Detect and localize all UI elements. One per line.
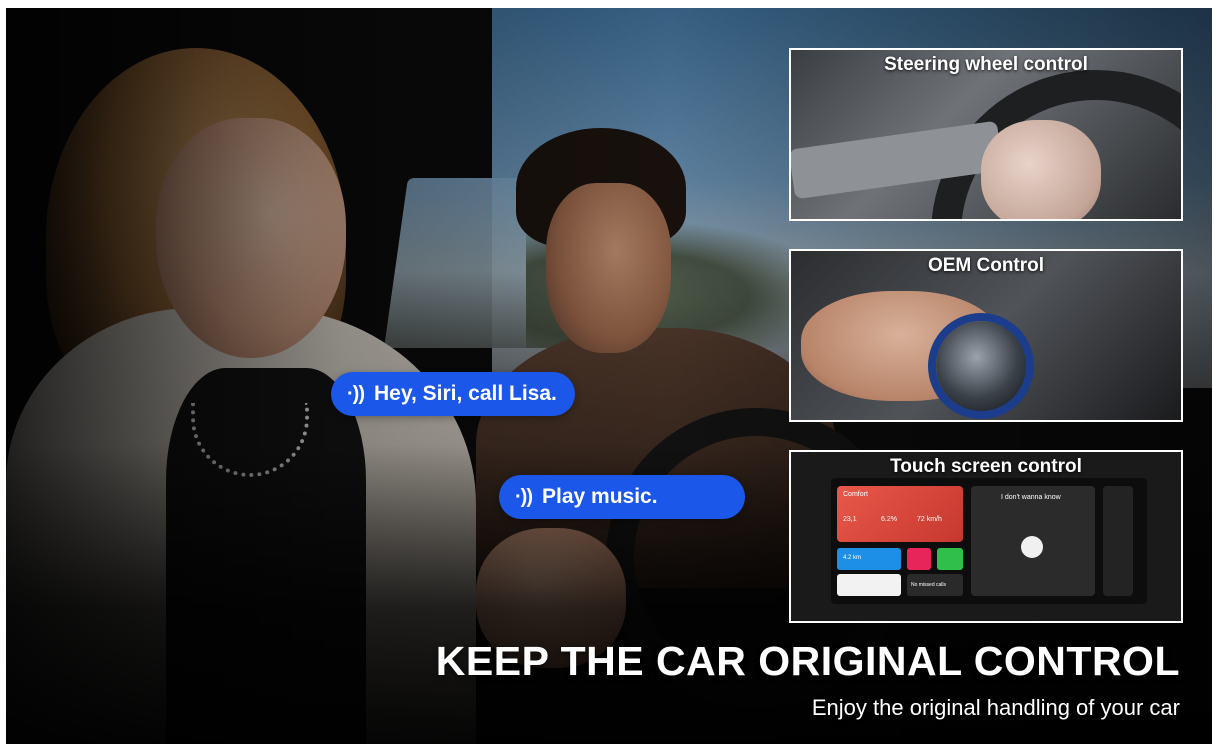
calls-text: No missed calls xyxy=(911,582,947,588)
navigation-tile: 4.2 km xyxy=(837,548,901,570)
play-icon xyxy=(1021,536,1043,558)
subheadline: Enjoy the original handling of your car xyxy=(811,695,1180,720)
music-tile: I don't wanna know xyxy=(971,486,1095,596)
panel-steering-wheel: Steering wheel control xyxy=(789,48,1183,221)
voice-wave-icon: ·)) xyxy=(347,382,365,405)
nav-distance: 4.2 km xyxy=(843,555,862,561)
infotainment-screen: Comfort 23,1 6.2% 72 km/h 4.2 km No miss… xyxy=(831,478,1147,604)
stat-speed: 72 km/h xyxy=(917,516,942,523)
contacts-tile xyxy=(907,548,931,570)
phone-tile xyxy=(937,548,963,570)
voice-bubble-text: Hey, Siri, call Lisa. xyxy=(373,382,557,405)
volume-slider xyxy=(1103,486,1133,596)
stat-percent: 6.2% xyxy=(881,516,897,523)
stat-fuel: 23,1 xyxy=(843,516,857,523)
comfort-title: Comfort xyxy=(843,491,868,498)
panel-oem-control: OEM Control xyxy=(789,249,1183,422)
panel-title: OEM Control xyxy=(927,255,1045,276)
voice-bubble-music: ·)) Play music. xyxy=(499,475,745,519)
comfort-tile: Comfort 23,1 6.2% 72 km/h xyxy=(837,486,963,542)
voice-bubble-siri: ·)) Hey, Siri, call Lisa. xyxy=(331,372,575,416)
voice-bubble-text: Play music. xyxy=(541,485,658,508)
voice-wave-icon: ·)) xyxy=(515,485,533,508)
panel-title: Steering wheel control xyxy=(884,54,1088,75)
calls-tile: No missed calls xyxy=(907,574,963,596)
song-title: I don't wanna know xyxy=(1001,494,1061,501)
shortcuts-tile xyxy=(837,574,901,596)
rotary-knob xyxy=(936,321,1026,411)
hero-banner: ·)) Hey, Siri, call Lisa. ·)) Play music… xyxy=(6,8,1212,744)
hand-on-wheel xyxy=(981,120,1101,219)
panel-touch-screen: Comfort 23,1 6.2% 72 km/h 4.2 km No miss… xyxy=(789,450,1183,623)
headline: KEEP THE CAR ORIGINAL CONTROL xyxy=(435,638,1180,684)
panel-title: Touch screen control xyxy=(890,456,1082,477)
